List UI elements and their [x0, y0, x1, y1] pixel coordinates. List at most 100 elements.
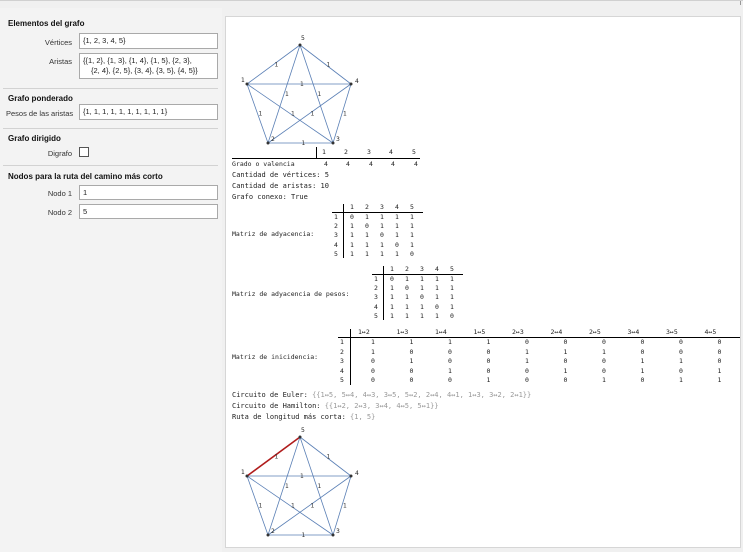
edge-weight-label: 1 [311, 111, 315, 118]
edge-1-2 [246, 83, 269, 144]
weights-label: Pesos de las aristas [6, 109, 74, 118]
edges-label: Aristas [49, 57, 72, 66]
vertex-label: 2 [271, 136, 275, 143]
vertices-input[interactable]: {1, 2, 3, 4, 5} [79, 33, 218, 49]
degree-header-cell: 1 [322, 148, 326, 156]
matrix-row-label: 4 [334, 240, 338, 249]
matrix-header-cell: 4 [395, 203, 399, 211]
edge-weight-label: 1 [327, 454, 331, 461]
connected-text: Grafo conexo: True [232, 193, 308, 201]
matrix-header-cell: 3 [380, 203, 384, 211]
matrix-header-cell: 1 [390, 265, 394, 273]
matrix-cell: 0 [486, 366, 491, 375]
node1-input[interactable]: 1 [79, 185, 218, 200]
top-edge-tick [740, 1, 741, 5]
shortest-path-graph-plot: 1 1 1 1 1 1 1 1 1 1 1 2 3 4 5 [241, 427, 359, 539]
separator [3, 128, 218, 129]
matrix-row-label: 4 [374, 302, 378, 311]
vertex-label: 4 [355, 470, 359, 477]
vertex-label: 3 [336, 528, 340, 535]
node2-input[interactable]: 5 [79, 204, 218, 219]
matrix-cell: 1 [640, 357, 645, 365]
euler-circuit-text: Circuito de Euler: {{1↔5, 5↔4, 4↔3, 3↔5,… [232, 391, 531, 399]
vertex-label: 5 [301, 35, 305, 42]
matrix-header-cell: 2↔5 [589, 328, 601, 336]
matrix-cell: 1 [486, 338, 491, 346]
matrix-cell: 1 [365, 213, 369, 221]
matrix-header-cell: 4 [435, 265, 439, 273]
matrix-cell: 1 [602, 376, 606, 384]
digraph-checkbox[interactable] [79, 147, 89, 157]
weights-input[interactable]: {1, 1, 1, 1, 1, 1, 1, 1, 1, 1} [79, 104, 218, 120]
matrix-header-cell: 1↔4 [435, 328, 447, 336]
matrix-cell: 0 [602, 338, 606, 346]
edge-weight-label: 1 [343, 111, 347, 118]
matrix-cell: 0 [640, 347, 645, 356]
controls-panel: Elementos del grafo Vértices {1, 2, 3, 4… [0, 8, 222, 552]
matrix-cell: 0 [395, 240, 399, 249]
edge-4-5 [299, 436, 352, 477]
matrix-cell: 1 [350, 240, 354, 249]
matrix-cell: 0 [448, 357, 452, 365]
matrix-cell: 0 [409, 347, 414, 356]
matrix-cell: 0 [390, 275, 394, 283]
matrix-header-cell: 1↔5 [473, 328, 486, 336]
matrix-row-label: 3 [334, 231, 338, 240]
matrix-cell: 1 [365, 249, 369, 258]
matrix-cell: 0 [435, 302, 439, 311]
matrix-cell: 1 [390, 293, 394, 302]
matrix-row-label: 2 [334, 222, 338, 231]
matrix-cell: 0 [371, 357, 375, 365]
edge-weight-label: 1 [327, 62, 331, 69]
edge-3-5 [299, 436, 334, 536]
edge-count-text: Cantidad de aristas: 10 [232, 182, 329, 190]
matrix-cell: 1 [371, 338, 375, 346]
matrix-cell: 0 [602, 357, 606, 365]
edge-weight-label: 1 [300, 81, 304, 88]
edges-line-1: {{1, 2}, {1, 3}, {1, 4}, {1, 5}, {2, 3}, [83, 56, 192, 65]
node2-label: Nodo 2 [47, 208, 72, 217]
matrix-cell: 1 [390, 311, 394, 320]
edge-1-5 [246, 436, 301, 477]
matrix-header-cell: 5 [410, 203, 414, 211]
edge-4-5 [299, 44, 352, 85]
matrix-cell: 1 [450, 275, 454, 283]
matrix-cell: 0 [602, 366, 606, 375]
vertices-label: Vértices [44, 38, 72, 47]
matrix-cell: 1 [563, 366, 568, 375]
matrix-cell: 1 [365, 240, 369, 249]
euler-value: {{1↔5, 5↔4, 4↔3, 3↔5, 5↔2, 2↔4, 4↔1, 1↔3… [312, 391, 532, 399]
hamilton-value: {{1↔2, 2↔3, 3↔4, 4↔5, 5↔1}} [324, 402, 439, 410]
matrix-cell: 0 [717, 338, 722, 346]
matrix-cell: 0 [409, 366, 414, 375]
matrix-header-cell: 2 [405, 265, 409, 273]
matrix-cell: 1 [679, 357, 683, 365]
matrix-cell: 1 [420, 284, 424, 293]
matrix-cell: 0 [717, 347, 722, 356]
matrix-cell: 1 [602, 347, 606, 356]
matrix-divider [372, 274, 463, 276]
matrix-header-cell: 2↔3 [512, 328, 524, 336]
matrix-row-label: 1 [374, 275, 378, 283]
matrix-cell: 1 [409, 357, 414, 365]
matrix-cell: 1 [435, 311, 439, 320]
edges-input[interactable]: {{1, 2}, {1, 3}, {1, 4}, {1, 5}, {2, 3},… [79, 53, 218, 79]
matrix-header-cell: 2↔4 [550, 328, 563, 336]
degree-value-cell: 4 [369, 160, 373, 168]
vertex-2 [266, 141, 270, 145]
matrix-cell: 1 [405, 311, 409, 320]
matrix-header-cell: 4↔5 [704, 328, 717, 336]
matrix-header-cell: 1↔3 [396, 328, 409, 336]
separator [3, 88, 218, 89]
matrix-cell: 0 [563, 376, 568, 384]
matrix-cell: 1 [640, 366, 645, 375]
matrix-cell: 0 [371, 366, 375, 375]
matrix-cell: 1 [410, 213, 414, 221]
matrix-cell: 1 [371, 347, 375, 356]
matrix-cell: 1 [350, 249, 354, 258]
matrix-cell: 1 [380, 222, 384, 231]
matrix-cell: 1 [350, 222, 354, 231]
edge-3-5 [299, 44, 334, 144]
matrix-cell: 1 [717, 366, 722, 375]
matrix-cell: 0 [405, 284, 409, 293]
